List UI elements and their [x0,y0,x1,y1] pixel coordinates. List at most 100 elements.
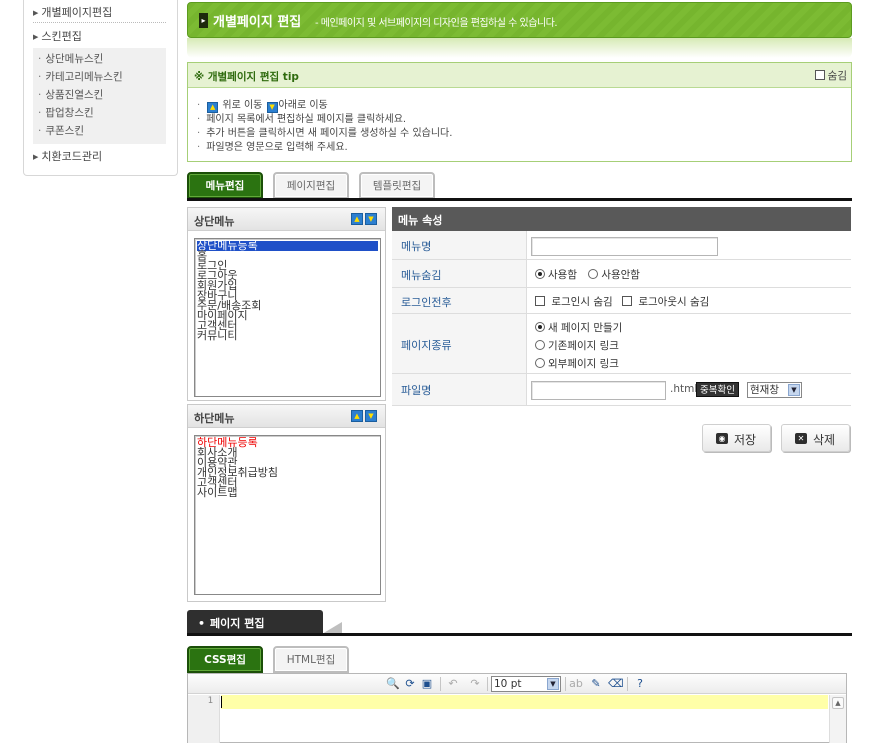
tip-line: · 파일명은 영문으로 입력해 주세요. [197,142,348,153]
sidebar-submenu: · 상단메뉴스킨 · 카테고리메뉴스킨 · 상품진열스킨 · 팝업창스킨 · 쿠폰스킨 [33,48,166,144]
row-login: 로그인전후 로그인시 숨김 로그아웃시 숨김 [392,288,851,314]
spellcheck-icon[interactable]: ab [569,677,583,691]
sidebar-subitem-coupon-skin[interactable]: · 쿠폰스킨 [38,123,84,138]
chevron-down-icon: ▼ [788,384,800,396]
section-underline [187,633,852,636]
tab-page-edit[interactable]: 페이지편집 [273,172,349,199]
list-item[interactable]: 상단메뉴등록 [197,240,378,251]
move-down-icon[interactable]: ▼ [365,213,377,225]
duplicate-check-button[interactable]: 중복확인 [696,382,739,397]
top-menu-list[interactable]: 상단메뉴등록 홈 로그인 로그아웃 회원가입 장바구니 주문/배송조회 마이페이… [194,238,381,397]
tab-html-edit[interactable]: HTML편집 [273,646,349,673]
menu-name-label: 메뉴명 [401,240,432,253]
divider [33,22,166,23]
checkbox-hide-login[interactable]: 로그인시 숨김 [535,296,613,308]
filename-input[interactable] [531,381,666,400]
tip-title: ※ 개별페이지 편집 tip [194,71,299,83]
row-menu-hide: 메뉴숨김 사용함 사용안함 [392,260,851,288]
tip-hide-toggle[interactable]: 숨김 [814,68,847,83]
filename-extension: .html [670,383,698,395]
menu-properties-header: 메뉴 속성 [392,207,851,231]
row-filename: 파일명 .html 중복확인 현재창 ▼ [392,374,851,406]
radio-existing-page[interactable]: 기존페이지 링크 [535,338,619,353]
page-edit-title: 페이지 편집 [210,617,265,630]
tip-line: · 페이지 목록에서 편집하실 페이지를 클릭하세요. [197,114,407,125]
move-down-icon[interactable]: ▼ [365,410,377,422]
menu-hide-label: 메뉴숨김 [401,269,442,282]
target-select[interactable]: 현재창 ▼ [747,382,802,398]
bottom-menu-title: 하단메뉴 [194,412,235,425]
bullet-icon: ▸ [199,13,208,28]
save-button[interactable]: ◉ 저장 [702,424,771,452]
triangle-right-icon: ▶ [33,153,39,161]
sidebar-item-replace-code[interactable]: ▶ 치환코드관리 [33,148,102,164]
page-type-label: 페이지종류 [401,339,452,352]
sidebar-item-skin-edit[interactable]: ▶ 스킨편집 [33,28,82,44]
sidebar-subitem-product-display-skin[interactable]: · 상품진열스킨 [38,87,103,102]
scroll-up-icon[interactable]: ▲ [832,697,844,709]
top-menu-panel: 상단메뉴 ▲ ▼ 상단메뉴등록 홈 로그인 로그아웃 회원가입 장바구니 주문/… [187,207,386,401]
eraser-icon[interactable]: ⌫ [608,677,624,691]
current-line-highlight [221,695,828,709]
menu-name-input[interactable] [531,237,718,256]
sidebar: ▶ 개별페이지편집 ▶ 스킨편집 · 상단메뉴스킨 · 카테고리메뉴스킨 · 상품진열스킨… [23,0,178,176]
sidebar-subitem-popup-skin[interactable]: · 팝업창스킨 [38,105,94,120]
sidebar-subitem-top-menu-skin[interactable]: · 상단메뉴스킨 [38,51,103,66]
tip-line: · 추가 버튼을 클릭하시면 새 페이지를 생성하실 수 있습니다. [197,128,453,139]
code-editor[interactable]: 🔍 ⟳ ▣ ↶ ↷ 10 pt ▼ ab ✎ ⌫ ? 1 ▲ [187,673,847,743]
radio-external-page[interactable]: 외부페이지 링크 [535,356,619,371]
banner-shadow [187,38,852,58]
replace-icon[interactable]: ⟳ [403,677,417,691]
checkbox-hide-logout[interactable]: 로그아웃시 숨김 [622,296,709,308]
bottom-menu-header: 하단메뉴 ▲ ▼ [188,405,385,428]
hide-checkbox[interactable] [814,70,825,80]
help-icon[interactable]: ? [633,677,647,691]
vertical-scrollbar[interactable]: ▲ [829,695,846,743]
row-page-type: 페이지종류 새 페이지 만들기 기존페이지 링크 외부페이지 링크 [392,314,851,374]
radio-new-page[interactable]: 새 페이지 만들기 [535,320,622,335]
redo-icon[interactable]: ↷ [468,677,482,691]
bullet-icon: • [198,617,206,630]
move-up-icon[interactable]: ▲ [351,213,363,225]
bottom-menu-list[interactable]: 하단메뉴등록 회사소개 이용약관 개인정보취급방침 고객센터 사이트맵 [194,435,381,595]
triangle-right-icon: ▶ [33,9,39,17]
tab-menu-edit[interactable]: 메뉴편집 [187,172,263,199]
top-menu-header: 상단메뉴 ▲ ▼ [188,208,385,231]
radio-not-use[interactable]: 사용안함 [588,269,640,281]
list-item[interactable]: 사이트맵 [197,487,378,498]
sidebar-subitem-category-menu-skin[interactable]: · 카테고리메뉴스킨 [38,69,123,84]
move-up-icon[interactable]: ▲ [351,410,363,422]
tab-css-edit[interactable]: CSS편집 [187,646,263,673]
row-menu-name: 메뉴명 [392,231,851,260]
triangle-right-icon: ▶ [33,33,39,41]
list-item[interactable]: 커뮤니티 [197,330,378,341]
undo-icon[interactable]: ↶ [446,677,460,691]
font-size-select[interactable]: 10 pt ▼ [491,676,561,692]
line-number: 1 [207,696,213,706]
top-menu-title: 상단메뉴 [194,215,235,228]
line-gutter: 1 [188,695,220,743]
close-icon: ✕ [795,433,807,444]
editor-toolbar: 🔍 ⟳ ▣ ↶ ↷ 10 pt ▼ ab ✎ ⌫ ? [188,674,846,694]
fullscreen-icon[interactable]: ▣ [420,677,434,691]
disk-icon: ◉ [716,433,728,444]
find-icon[interactable]: 🔍 [386,677,400,691]
highlight-icon[interactable]: ✎ [589,677,603,691]
sidebar-item-page-edit[interactable]: ▶ 개별페이지편집 [33,4,112,20]
filename-label: 파일명 [401,384,432,397]
tip-box: ※ 개별페이지 편집 tip 숨김 · ▲ 위로 이동 ▼ 아래로 이동 · 페이지 … [187,62,852,162]
tab-template-edit[interactable]: 템플릿편집 [359,172,435,199]
chevron-down-icon: ▼ [547,678,559,690]
text-caret [221,696,222,708]
bottom-menu-panel: 하단메뉴 ▲ ▼ 하단메뉴등록 회사소개 이용약관 개인정보취급방침 고객센터 … [187,404,386,602]
page-title: 개별페이지 편집 [213,15,302,30]
login-label: 로그인전후 [401,296,452,309]
tip-header: ※ 개별페이지 편집 tip 숨김 [188,63,851,88]
tab-underline [187,198,852,201]
page-description: - 메인페이지 및 서브페이지의 디자인을 편집하실 수 있습니다. [315,18,558,29]
page-edit-section-tab: • 페이지 편집 [187,610,323,634]
page-header: ▸ 개별페이지 편집 - 메인페이지 및 서브페이지의 디자인을 편집하실 수 … [187,2,852,38]
radio-use[interactable]: 사용함 [535,269,577,281]
delete-button[interactable]: ✕ 삭제 [781,424,850,452]
menu-properties-title: 메뉴 속성 [398,214,443,227]
